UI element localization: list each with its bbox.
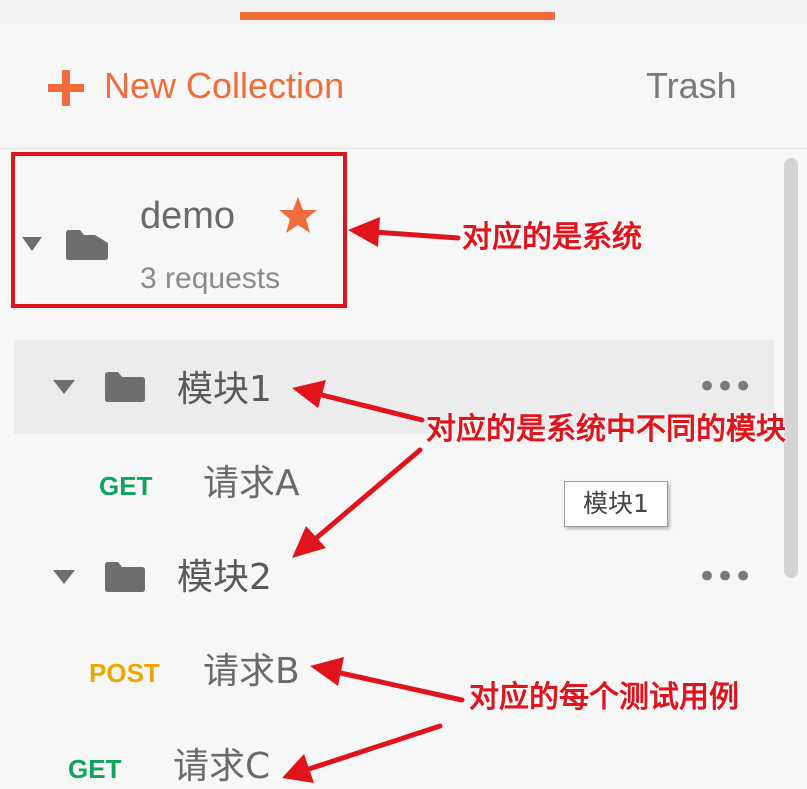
annotation-testcase: 对应的每个测试用例 xyxy=(469,680,739,715)
annotation-module: 对应的是系统中不同的模块 xyxy=(426,412,786,447)
annotation-system: 对应的是系统 xyxy=(462,220,642,255)
annotation-arrows xyxy=(282,217,465,783)
